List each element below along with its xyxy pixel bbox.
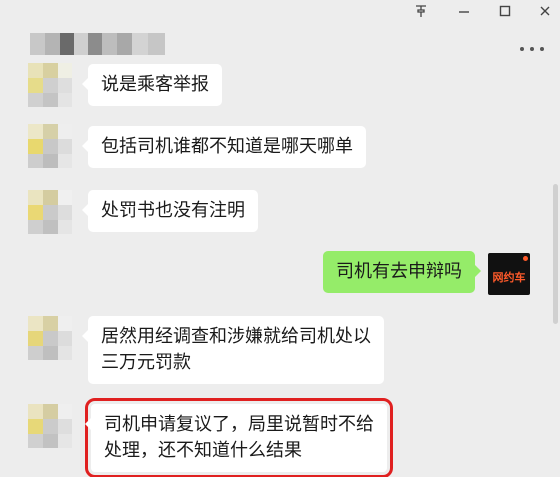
pin-icon[interactable] <box>408 4 434 24</box>
contact-avatar[interactable] <box>28 316 72 360</box>
contact-avatar[interactable] <box>28 124 72 168</box>
blurred-chat-title <box>30 33 165 55</box>
more-icon[interactable] <box>518 42 546 56</box>
contact-avatar[interactable] <box>28 190 72 234</box>
self-avatar-label: 网约车 <box>492 271 526 284</box>
maximize-icon[interactable] <box>492 4 518 24</box>
self-avatar[interactable]: 网约车 <box>488 253 530 295</box>
title-bar <box>0 0 560 74</box>
scrollbar-thumb[interactable] <box>553 184 558 324</box>
message-bubble-received[interactable]: 说是乘客举报 <box>82 64 222 106</box>
close-icon[interactable] <box>532 4 558 24</box>
message-bubble-highlighted[interactable]: 司机申请复议了，局里说暂时不给 处理，还不知道什么结果 <box>85 398 393 477</box>
message-bubble-sent[interactable]: 司机有去申辩吗 <box>323 251 481 293</box>
minimize-icon[interactable] <box>451 4 477 24</box>
contact-avatar[interactable] <box>28 404 72 448</box>
message-bubble-received[interactable]: 包括司机谁都不知道是哪天哪单 <box>82 126 366 168</box>
message-bubble-received[interactable]: 处罚书也没有注明 <box>82 190 258 232</box>
badge-icon <box>523 256 528 261</box>
contact-avatar[interactable] <box>28 63 72 107</box>
scrollbar-track[interactable] <box>550 74 560 477</box>
message-bubble-received[interactable]: 居然用经调查和涉嫌就给司机处以 三万元罚款 <box>82 316 384 384</box>
